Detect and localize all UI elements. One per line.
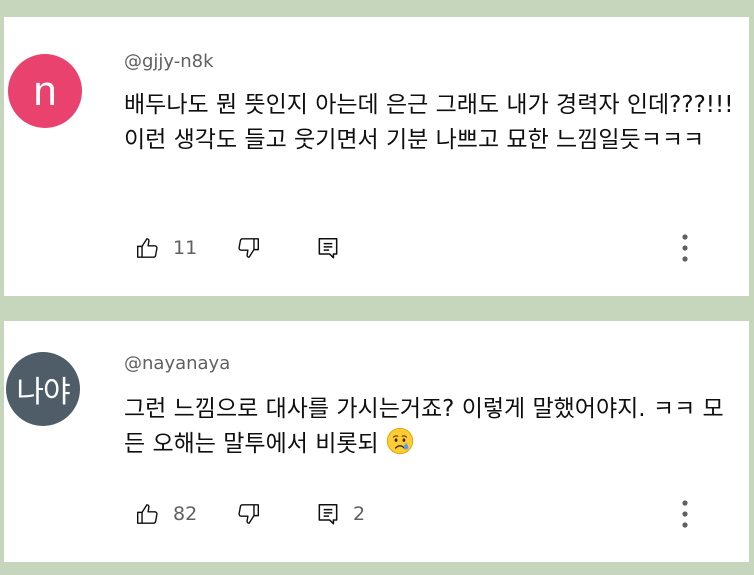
avatar-letter: n bbox=[33, 67, 57, 114]
reply-button[interactable] bbox=[315, 232, 353, 264]
comment-icon bbox=[318, 504, 338, 525]
comment-author[interactable]: @gjjy-n8k bbox=[124, 51, 214, 72]
like-count: 11 bbox=[173, 237, 198, 259]
comment-author[interactable]: @nayanaya bbox=[124, 353, 230, 374]
comment-card: 나야 @nayanaya 그런 느낌으로 대사를 가시는거죠? 이렇게 말했어야… bbox=[4, 321, 749, 562]
thumbs-down-icon bbox=[238, 238, 259, 258]
thumbs-up-icon bbox=[137, 238, 158, 258]
comment-text-body: 그런 느낌으로 대사를 가시는거죠? 이렇게 말했어야지. ㅋㅋ 모든 오해는 … bbox=[124, 396, 724, 457]
comment-card: n @gjjy-n8k 배두나도 뭔 뜻인지 아는데 은근 그래도 내가 경력자… bbox=[4, 17, 749, 296]
dislike-button[interactable] bbox=[235, 232, 261, 264]
comment-text: 그런 느낌으로 대사를 가시는거죠? 이렇게 말했어야지. ㅋㅋ 모든 오해는 … bbox=[124, 392, 734, 462]
comment-text: 배두나도 뭔 뜻인지 아는데 은근 그래도 내가 경력자 인데???!!!이런 … bbox=[124, 92, 734, 153]
avatar-letter: 나야 bbox=[16, 376, 70, 409]
reply-button[interactable]: 2 bbox=[315, 498, 365, 530]
comment-actions: 11 bbox=[129, 232, 719, 264]
reply-count: 2 bbox=[353, 503, 366, 525]
comment-icon bbox=[318, 238, 338, 259]
dislike-button[interactable] bbox=[235, 498, 261, 530]
more-options-button[interactable] bbox=[673, 232, 697, 264]
like-button[interactable]: 11 bbox=[135, 232, 197, 264]
like-count: 82 bbox=[173, 503, 198, 525]
avatar[interactable]: 나야 bbox=[6, 352, 80, 426]
more-vertical-icon bbox=[682, 234, 688, 262]
thumbs-down-icon bbox=[238, 504, 259, 524]
crying-face-icon bbox=[386, 427, 414, 455]
like-button[interactable]: 82 bbox=[135, 498, 197, 530]
avatar[interactable]: n bbox=[8, 54, 82, 128]
more-options-button[interactable] bbox=[673, 498, 697, 530]
more-vertical-icon bbox=[682, 500, 688, 528]
comment-actions: 82 2 bbox=[129, 498, 719, 530]
thumbs-up-icon bbox=[137, 504, 158, 524]
